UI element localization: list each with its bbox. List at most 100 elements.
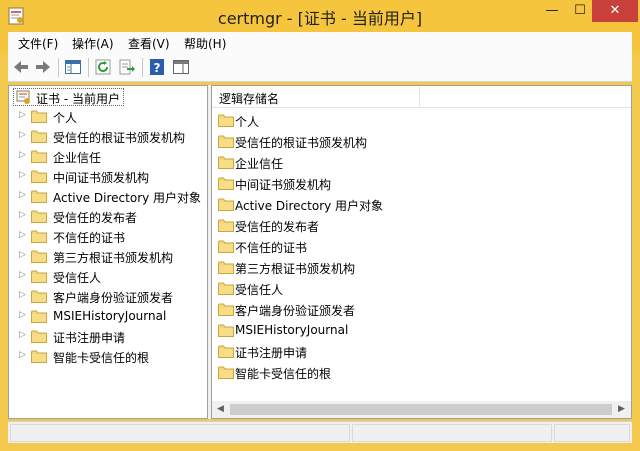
expand-arrow-icon[interactable]: ▷: [19, 230, 26, 240]
tree-item-label: 受信任人: [53, 271, 102, 285]
list-item[interactable]: 受信任人: [212, 278, 631, 298]
list-item[interactable]: Active Directory 用户对象: [212, 194, 631, 214]
menu-view[interactable]: 查看(V): [128, 35, 170, 52]
export-list-icon[interactable]: [118, 58, 136, 76]
list-item[interactable]: 个人: [212, 110, 631, 130]
folder-icon: [218, 282, 234, 295]
tree-item-label: 受信任的根证书颁发机构: [53, 131, 186, 145]
tree-item-label: 智能卡受信任的根: [53, 351, 150, 365]
expand-arrow-icon[interactable]: ▷: [19, 270, 26, 280]
menu-help[interactable]: 帮助(H): [184, 35, 226, 52]
list-item-label: 个人: [235, 115, 260, 129]
list-item[interactable]: 受信任的根证书颁发机构: [212, 131, 631, 151]
folder-icon: [31, 330, 47, 343]
tree-item-label: 中间证书颁发机构: [53, 171, 150, 185]
expand-arrow-icon[interactable]: ▷: [19, 290, 26, 300]
tree-item[interactable]: ▷ 个人: [9, 108, 207, 126]
list-item[interactable]: 企业信任: [212, 152, 631, 172]
tree-item-label: 个人: [53, 111, 78, 125]
tree-item-label: 客户端身份验证颁发者: [53, 291, 174, 305]
console-tree-pane: 证书 - 当前用户 ▷ 个人 ▷ 受信任的根证书颁发机构 ▷ 企业信任 ▷ 中间证书颁发机构 ▷…: [8, 85, 208, 419]
maximize-button[interactable]: ☐: [566, 0, 594, 22]
menu-action[interactable]: 操作(A): [72, 35, 114, 52]
tree-item-label: 第三方根证书颁发机构: [53, 251, 174, 265]
list-item-label: 不信任的证书: [235, 241, 308, 255]
expand-arrow-icon[interactable]: ▷: [19, 330, 26, 340]
folder-icon: [31, 270, 47, 283]
toolbar-separator: [58, 58, 59, 77]
list-item[interactable]: 中间证书颁发机构: [212, 173, 631, 193]
list-item[interactable]: MSIEHistoryJournal: [212, 320, 631, 340]
tree-item[interactable]: ▷ 客户端身份验证颁发者: [9, 288, 207, 306]
folder-icon: [218, 345, 234, 358]
tree-item[interactable]: ▷ 第三方根证书颁发机构: [9, 248, 207, 266]
expand-arrow-icon[interactable]: ▷: [19, 310, 26, 320]
menu-bar: 文件(F) 操作(A) 查看(V) 帮助(H): [0, 32, 640, 53]
tree-item[interactable]: ▷ 不信任的证书: [9, 228, 207, 246]
folder-icon: [31, 350, 47, 363]
tree-item[interactable]: ▷ 受信任人: [9, 268, 207, 286]
scroll-left-arrow-icon[interactable]: ◀: [217, 404, 224, 414]
expand-arrow-icon[interactable]: ▷: [19, 190, 26, 200]
title-bar: certmgr - [证书 - 当前用户] — ☐ ✕: [0, 0, 640, 32]
scroll-right-arrow-icon[interactable]: ▶: [618, 404, 625, 414]
list-item[interactable]: 受信任的发布者: [212, 215, 631, 235]
folder-icon: [218, 114, 234, 127]
folder-icon: [218, 177, 234, 190]
help-icon[interactable]: ?: [148, 58, 166, 76]
tree-item[interactable]: ▷ 智能卡受信任的根: [9, 348, 207, 366]
tree-item[interactable]: ▷ Active Directory 用户对象: [9, 188, 207, 206]
list-item[interactable]: 证书注册申请: [212, 341, 631, 361]
tree-item[interactable]: ▷ 受信任的发布者: [9, 208, 207, 226]
svg-text:?: ?: [154, 61, 161, 75]
list-item[interactable]: 智能卡受信任的根: [212, 362, 631, 382]
minimize-button[interactable]: —: [538, 0, 566, 22]
menu-file[interactable]: 文件(F): [18, 35, 58, 52]
expand-arrow-icon[interactable]: ▷: [19, 150, 26, 160]
toolbar-separator: [142, 58, 143, 77]
list-item[interactable]: 客户端身份验证颁发者: [212, 299, 631, 319]
folder-icon: [218, 303, 234, 316]
scrollbar-thumb[interactable]: [230, 404, 612, 415]
close-button[interactable]: ✕: [592, 0, 638, 22]
folder-icon: [218, 240, 234, 253]
details-pane: 逻辑存储名 个人受信任的根证书颁发机构企业信任中间证书颁发机构 Active Di…: [211, 85, 632, 419]
show-action-pane-icon[interactable]: [172, 58, 190, 76]
folder-icon: [31, 250, 47, 263]
list-item-label: 受信任的根证书颁发机构: [235, 136, 368, 150]
folder-icon: [31, 190, 47, 203]
tree-item-label: 受信任的发布者: [53, 211, 138, 225]
tree-item[interactable]: ▷ 中间证书颁发机构: [9, 168, 207, 186]
folder-icon: [31, 230, 47, 243]
list-item-label: 第三方根证书颁发机构: [235, 262, 356, 276]
tree-item-label: 不信任的证书: [53, 231, 126, 245]
expand-arrow-icon[interactable]: ▷: [19, 350, 26, 360]
tree-root-label: 证书 - 当前用户: [36, 92, 120, 106]
show-hide-console-tree-icon[interactable]: [64, 58, 82, 76]
folder-icon: [218, 135, 234, 148]
list-item[interactable]: 第三方根证书颁发机构: [212, 257, 631, 277]
refresh-icon[interactable]: [94, 58, 112, 76]
toolbar-separator: [88, 58, 89, 77]
tree-item[interactable]: ▷ 证书注册申请: [9, 328, 207, 346]
tree-item[interactable]: ▷ 受信任的根证书颁发机构: [9, 128, 207, 146]
expand-arrow-icon[interactable]: ▷: [19, 250, 26, 260]
list-item-label: 智能卡受信任的根: [235, 367, 332, 381]
folder-icon: [31, 170, 47, 183]
expand-arrow-icon[interactable]: ▷: [19, 110, 26, 120]
list-item[interactable]: 不信任的证书: [212, 236, 631, 256]
expand-arrow-icon[interactable]: ▷: [19, 210, 26, 220]
horizontal-scrollbar[interactable]: ◀ ▶: [212, 401, 631, 418]
tree-root-node[interactable]: 证书 - 当前用户: [13, 88, 124, 106]
tree-item[interactable]: ▷ 企业信任: [9, 148, 207, 166]
list-item-label: 中间证书颁发机构: [235, 178, 332, 192]
back-arrow-icon[interactable]: [12, 58, 30, 76]
status-bar: [8, 421, 632, 443]
list-item-label: MSIEHistoryJournal: [235, 323, 349, 337]
column-separator[interactable]: [419, 86, 420, 108]
expand-arrow-icon[interactable]: ▷: [19, 130, 26, 140]
column-header[interactable]: 逻辑存储名: [212, 86, 631, 108]
tree-item[interactable]: ▷ MSIEHistoryJournal: [9, 308, 207, 326]
expand-arrow-icon[interactable]: ▷: [19, 170, 26, 180]
forward-arrow-icon[interactable]: [34, 58, 52, 76]
